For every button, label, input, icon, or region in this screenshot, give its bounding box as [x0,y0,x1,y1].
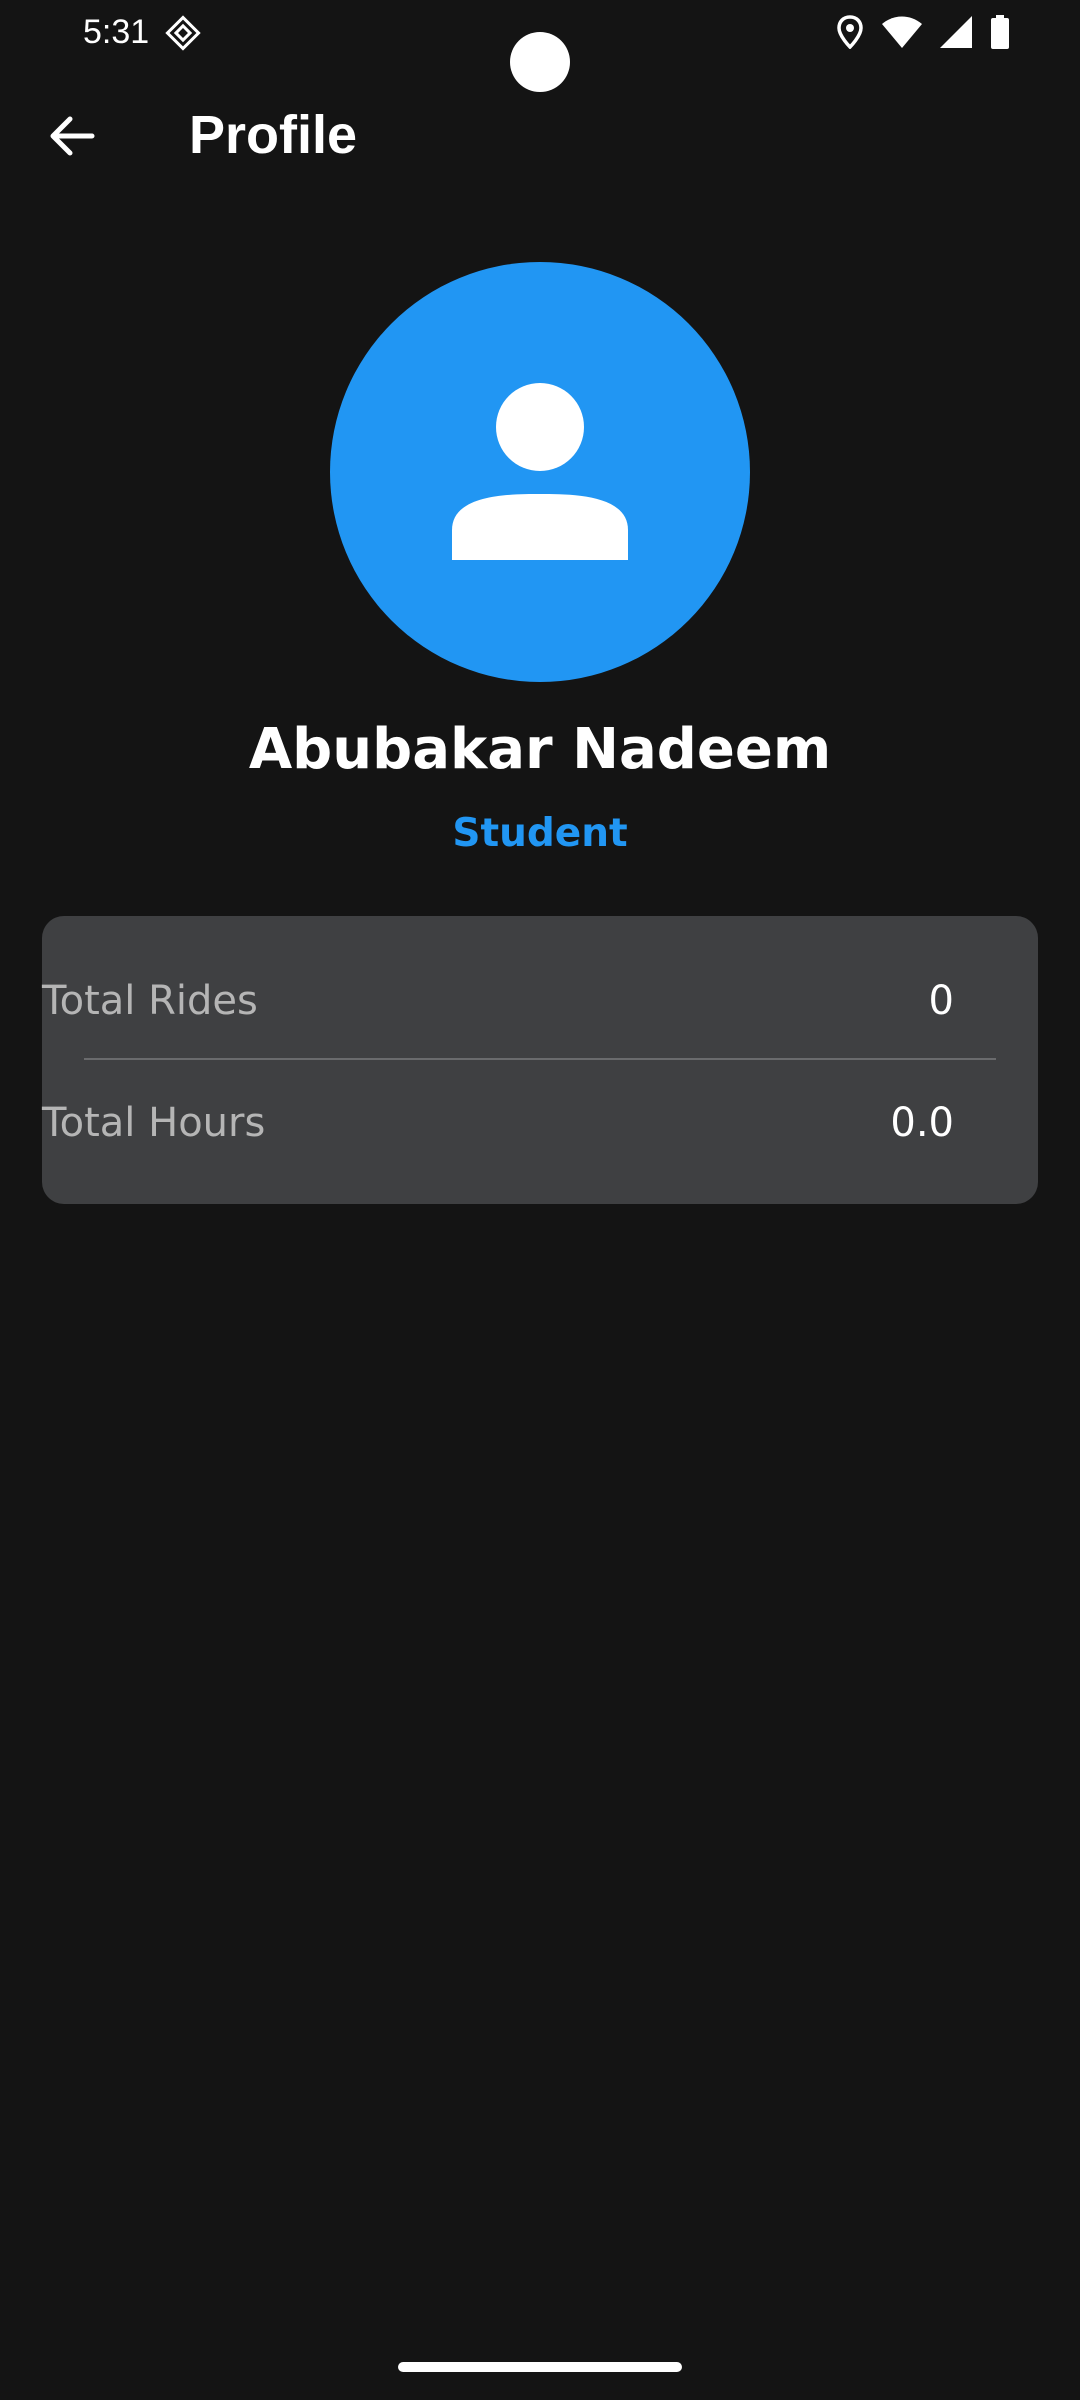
page-title: Profile [189,105,358,165]
app-bar: Profile [0,90,1080,180]
app-notification-icon [164,14,202,52]
stat-row-total-rides: Total Rides 0 [42,966,954,1036]
avatar [330,262,750,682]
profile-name: Abubakar Nadeem [248,717,832,782]
stat-divider [84,1058,996,1060]
cell-signal-icon [940,16,972,48]
stat-value: 0.0 [890,1100,954,1146]
arrow-left-icon [48,114,96,162]
status-time: 5:31 [83,13,150,51]
location-icon [836,15,864,49]
profile-role: Student [452,811,628,856]
camera-cutout [510,32,570,92]
status-icons [836,12,1010,52]
battery-icon [990,15,1010,49]
stat-value: 0 [928,978,954,1024]
back-button[interactable] [40,106,104,170]
status-bar: 5:31 [0,0,1080,92]
stats-card [42,916,1038,1204]
home-indicator[interactable] [398,2362,682,2372]
stat-row-total-hours: Total Hours 0.0 [42,1088,954,1158]
stat-label: Total Rides [42,978,258,1024]
stat-label: Total Hours [42,1100,266,1146]
wifi-icon [882,16,922,48]
